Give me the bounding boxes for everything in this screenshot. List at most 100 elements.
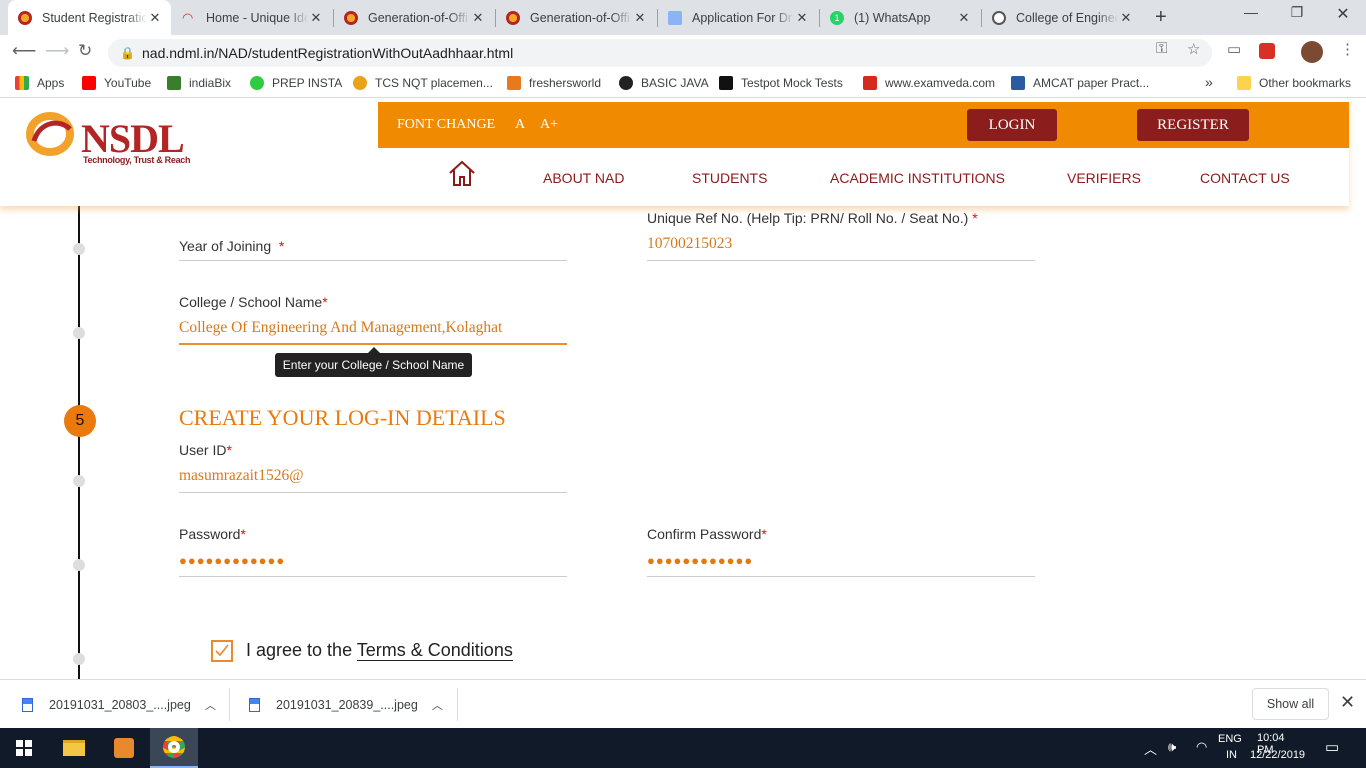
bookmark-youtube[interactable]: YouTube [82, 76, 151, 90]
user-id-label: User ID* [179, 442, 232, 458]
close-download-shelf-icon[interactable]: ✕ [1340, 692, 1355, 713]
language-indicator[interactable]: ENG [1218, 733, 1242, 745]
tab-whatsapp[interactable]: 1 (1) WhatsApp ✕ [820, 0, 980, 35]
key-icon[interactable]: ⚿ [1156, 40, 1167, 57]
nav-students[interactable]: STUDENTS [692, 170, 767, 186]
web-page: 5 Year of Joining * Unique Ref No. (Help… [0, 99, 1366, 679]
close-tab-icon[interactable]: ✕ [956, 10, 972, 26]
close-tab-icon[interactable]: ✕ [1118, 10, 1134, 26]
terms-conditions-link[interactable]: Terms & Conditions [356, 640, 513, 661]
forward-icon[interactable]: ⟶ [45, 41, 69, 61]
tab-generation-of-offer-2[interactable]: Generation-of-Offi ✕ [496, 0, 656, 35]
show-all-button[interactable]: Show all [1252, 688, 1329, 720]
download-filename: 20191031_20839_....jpeg [276, 697, 418, 712]
download-separator [457, 688, 458, 721]
tab-title: (1) WhatsApp [854, 10, 931, 25]
nsdl-logo[interactable]: NSDL Technology, Trust & Reach [26, 111, 190, 165]
bookmark-basic-java[interactable]: BASIC JAVA [619, 76, 709, 90]
menu-kebab-icon[interactable]: ⋮ [1340, 40, 1355, 58]
college-underline [179, 343, 567, 345]
unique-ref-field[interactable]: 10700215023 [647, 235, 1035, 253]
close-tab-icon[interactable]: ✕ [632, 10, 648, 26]
timeline-dot [73, 327, 85, 339]
reload-icon[interactable]: ↻ [78, 41, 92, 61]
bookmark-indiabix[interactable]: indiaBix [167, 76, 231, 90]
bookmark-testpot[interactable]: Testpot Mock Tests [719, 76, 843, 90]
download-item[interactable]: 20191031_20839_....jpeg ︿ [249, 680, 443, 729]
back-icon[interactable]: ⟵ [12, 41, 36, 61]
region-indicator: IN [1226, 749, 1237, 761]
timeline-dot [73, 475, 85, 487]
close-window-icon[interactable]: ✕ [1320, 4, 1366, 24]
close-tab-icon[interactable]: ✕ [147, 10, 163, 26]
user-id-underline [179, 492, 567, 493]
file-explorer-icon[interactable] [50, 728, 98, 768]
close-tab-icon[interactable]: ✕ [308, 10, 324, 26]
nav-about-nad[interactable]: ABOUT NAD [543, 170, 624, 186]
year-of-joining-field[interactable] [179, 239, 567, 259]
nav-verifiers[interactable]: VERIFIERS [1067, 170, 1141, 186]
register-button[interactable]: REGISTER [1137, 109, 1249, 141]
nav-academic-institutions[interactable]: ACADEMIC INSTITUTIONS [830, 170, 1005, 186]
login-button[interactable]: LOGIN [967, 109, 1057, 141]
minimize-icon[interactable]: — [1228, 4, 1274, 20]
download-item[interactable]: 20191031_20803_....jpeg ︿ [22, 680, 216, 729]
other-bookmarks[interactable]: Other bookmarks [1237, 76, 1351, 90]
college-label: College / School Name* [179, 294, 328, 310]
chevron-up-icon[interactable]: ︿ [205, 697, 216, 713]
volume-icon[interactable]: 🕪 [1168, 739, 1176, 755]
bookmark-examveda[interactable]: www.examveda.com [863, 76, 995, 90]
tab-college-of-engineering[interactable]: College of Enginee ✕ [982, 0, 1142, 35]
wifi-icon[interactable]: ◠ [1196, 739, 1207, 755]
close-tab-icon[interactable]: ✕ [470, 10, 486, 26]
nav-contact-us[interactable]: CONTACT US [1200, 170, 1290, 186]
browser-toolbar: ⟵ ⟶ ↻ 🔒 nad.ndml.in/NAD/studentRegistrat… [0, 35, 1366, 70]
chevron-up-icon[interactable]: ︿ [1144, 739, 1157, 758]
timeline-dot [73, 559, 85, 571]
clock-date[interactable]: 12/22/2019 [1250, 749, 1305, 761]
tab-generation-of-offer-1[interactable]: Generation-of-Offi ✕ [334, 0, 494, 35]
tab-student-registration[interactable]: Student Registratio ✕ [8, 0, 171, 35]
restore-icon[interactable]: ❐ [1274, 4, 1320, 21]
close-tab-icon[interactable]: ✕ [794, 10, 810, 26]
timeline-dot [73, 243, 85, 255]
bookmark-amcat[interactable]: AMCAT paper Pract... [1011, 76, 1149, 90]
progress-timeline [78, 199, 80, 679]
sublime-text-icon[interactable] [100, 728, 148, 768]
bookmark-star-icon[interactable]: ☆ [1187, 40, 1200, 58]
nsdl-logo-icon [344, 10, 358, 25]
windows-start-icon[interactable] [0, 728, 48, 768]
new-tab-icon[interactable]: + [1155, 6, 1167, 29]
home-icon[interactable] [447, 159, 477, 192]
page-scrollbar[interactable] [1349, 99, 1366, 679]
examveda-icon [863, 76, 877, 90]
indiabix-icon [167, 76, 181, 90]
password-underline [179, 576, 567, 577]
nsdl-logo-icon [506, 10, 520, 25]
apps-grid-icon [15, 76, 29, 90]
timeline-dot [73, 653, 85, 665]
chrome-icon[interactable] [150, 728, 198, 768]
adblock-icon[interactable] [1259, 43, 1275, 59]
font-increase-button[interactable]: A+ [540, 117, 558, 133]
agree-checkbox[interactable] [211, 640, 233, 662]
bookmark-apps[interactable]: Apps [15, 76, 64, 90]
windows-taskbar: ︿ 🕪 ◠ ENG IN 10:04 PM 12/22/2019 ▭ [0, 728, 1366, 768]
chevron-up-icon[interactable]: ︿ [432, 697, 443, 713]
tab-application-for-dr[interactable]: Application For Dr ✕ [658, 0, 818, 35]
font-normal-button[interactable]: A [515, 117, 525, 133]
bookmark-prepinsta[interactable]: PREP INSTA [250, 76, 342, 90]
more-bookmarks-icon[interactable]: » [1205, 74, 1213, 90]
confirm-password-field[interactable]: ●●●●●●●●●●●● [647, 553, 753, 568]
cast-icon[interactable]: ▭ [1227, 40, 1241, 58]
bookmark-tcs-nqt[interactable]: TCS NQT placemen... [353, 76, 493, 90]
profile-avatar[interactable] [1301, 41, 1323, 63]
college-field[interactable]: College Of Engineering And Management,Ko… [179, 319, 556, 337]
bookmark-freshersworld[interactable]: freshersworld [507, 76, 601, 90]
tab-home-unique-id[interactable]: ◠ Home - Unique Ide ✕ [172, 0, 332, 35]
tab-title: College of Enginee [1016, 10, 1118, 25]
user-id-field[interactable]: masumrazait1526@ [179, 467, 567, 485]
address-bar[interactable]: 🔒 nad.ndml.in/NAD/studentRegistrationWit… [108, 39, 1212, 67]
password-field[interactable]: ●●●●●●●●●●●● [179, 553, 285, 568]
notification-icon[interactable]: ▭ [1325, 738, 1339, 756]
